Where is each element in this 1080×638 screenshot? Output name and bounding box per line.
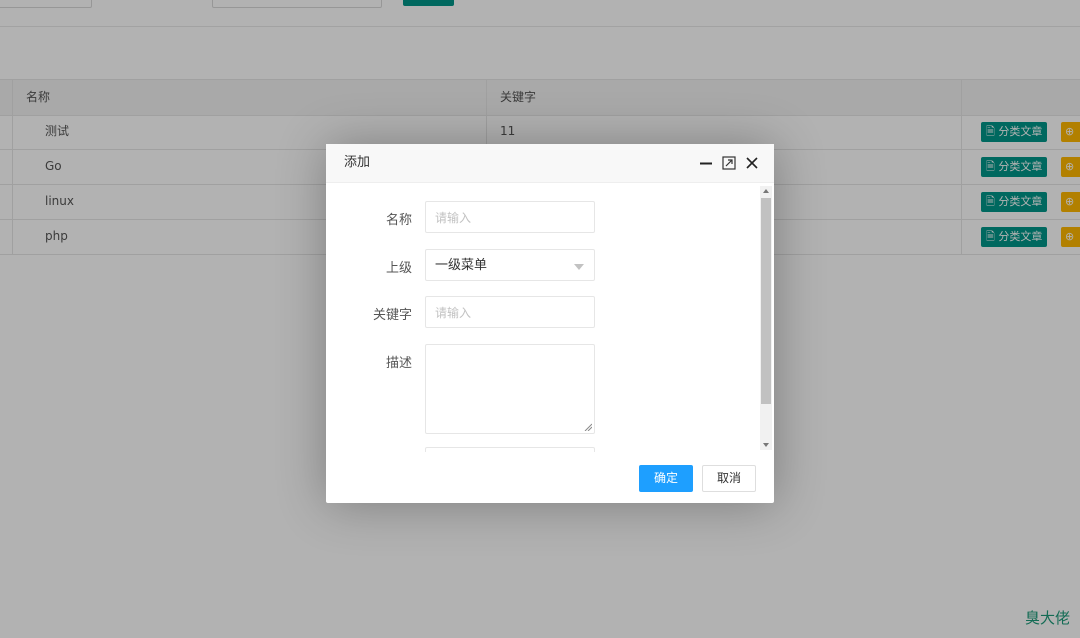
chevron-down-icon bbox=[574, 264, 584, 270]
cancel-button[interactable]: 取消 bbox=[702, 465, 756, 492]
close-icon[interactable] bbox=[744, 155, 760, 171]
maximize-icon[interactable] bbox=[721, 155, 737, 171]
dialog-title: 添加 bbox=[344, 155, 371, 170]
parent-label: 上级 bbox=[385, 261, 412, 276]
keyword-label: 关键字 bbox=[372, 308, 412, 323]
keyword-input[interactable]: 请输入 bbox=[425, 296, 595, 328]
parent-select[interactable]: 一级菜单 bbox=[425, 249, 595, 281]
scroll-down-icon[interactable] bbox=[763, 443, 769, 447]
dialog-body: 名称 请输入 上级 一级菜单 关键字 请输入 描述 bbox=[326, 183, 774, 452]
scroll-up-icon[interactable] bbox=[763, 189, 769, 193]
description-label: 描述 bbox=[385, 356, 412, 371]
dialog-scrollbar[interactable] bbox=[760, 186, 772, 450]
dialog-header: 添加 bbox=[326, 144, 774, 183]
minimize-icon[interactable] bbox=[698, 155, 714, 171]
add-dialog: 添加 名称 请输入 上级 一级菜单 关键字 请输入 描述 确定 取消 bbox=[326, 144, 774, 503]
resize-handle-icon[interactable] bbox=[584, 423, 592, 431]
parent-select-value: 一级菜单 bbox=[435, 258, 488, 273]
name-input[interactable]: 请输入 bbox=[425, 201, 595, 233]
scroll-thumb[interactable] bbox=[761, 198, 771, 404]
description-textarea[interactable] bbox=[425, 344, 595, 434]
dialog-footer: 确定 取消 bbox=[326, 452, 774, 503]
confirm-button[interactable]: 确定 bbox=[639, 465, 693, 492]
name-label: 名称 bbox=[385, 213, 412, 228]
